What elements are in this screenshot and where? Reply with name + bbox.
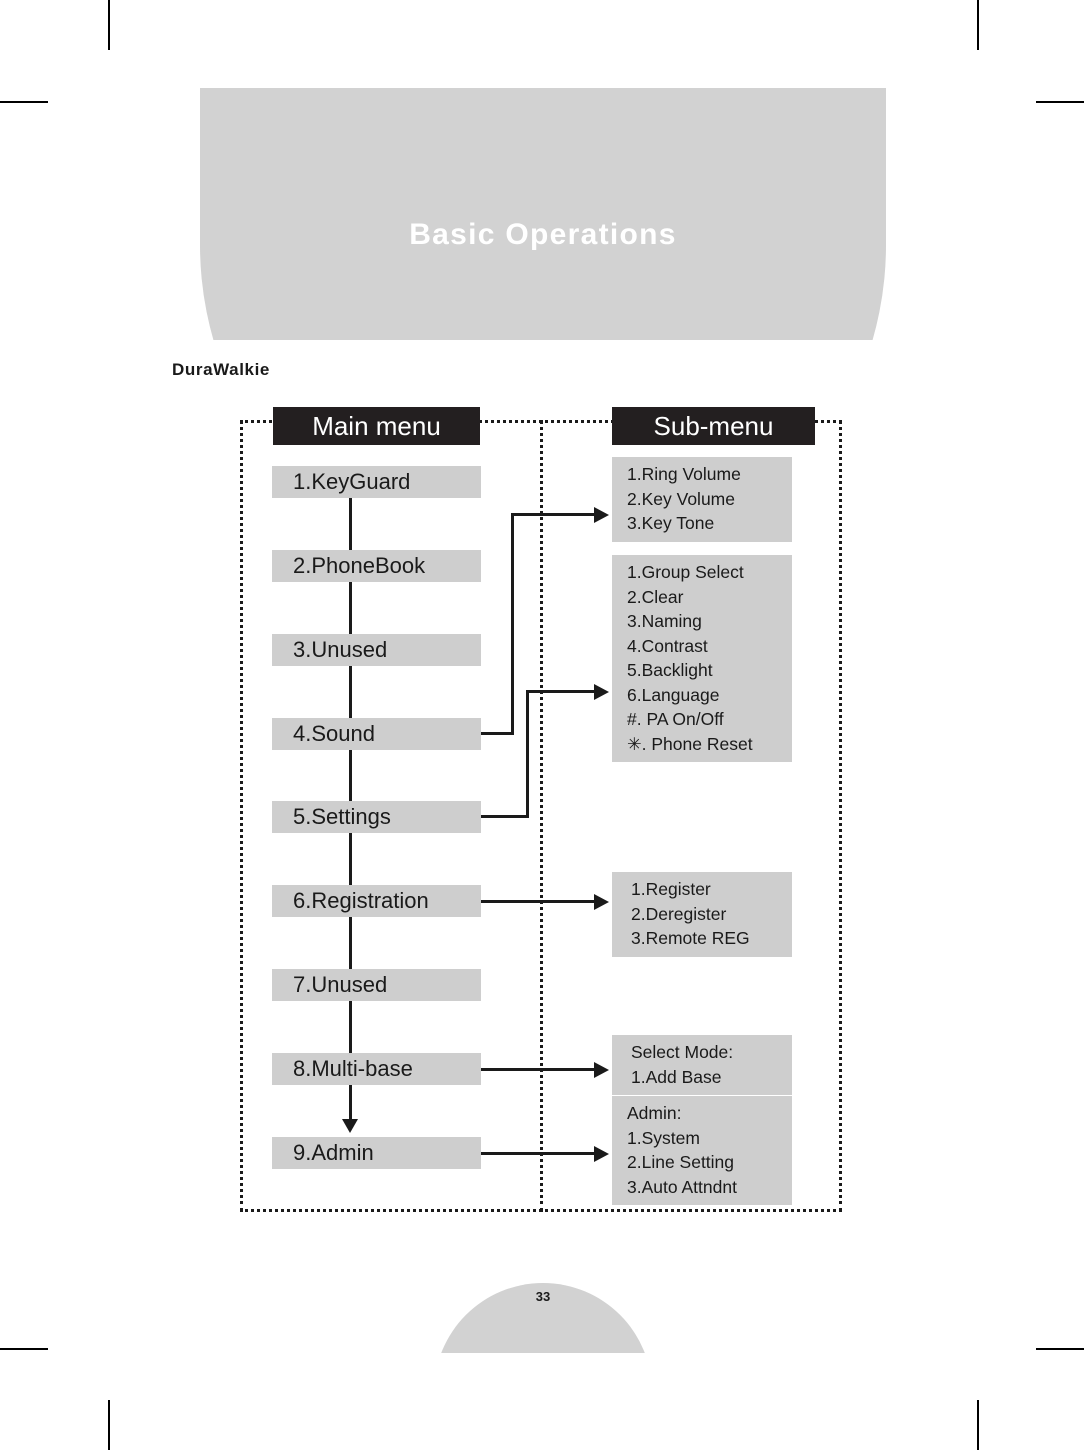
sub-menu-box-registration[interactable]: 1.Register 2.Deregister 3.Remote REG [612, 872, 792, 957]
connector-multi-base-arrowhead [594, 1062, 609, 1078]
page-canvas: Basic Operations DuraWalkie Main menu Su… [0, 0, 1084, 1450]
connector-sound-stub [481, 732, 513, 735]
crop-mark-bottom-left-horizontal [0, 1348, 48, 1350]
diagram-divider [540, 420, 543, 1212]
sub-menu-line: 3.Remote REG [631, 928, 750, 948]
crop-mark-top-left-horizontal [0, 101, 48, 103]
spine-segment-6 [349, 917, 352, 969]
crop-mark-top-right-vertical [977, 0, 979, 50]
sub-menu-line: 1.Register [631, 879, 711, 899]
crop-mark-bottom-left-vertical [108, 1400, 110, 1450]
crop-mark-bottom-right-vertical [977, 1400, 979, 1450]
connector-multi-base-line [481, 1068, 594, 1071]
sub-menu-box-settings[interactable]: 1.Group Select 2.Clear 3.Naming 4.Contra… [612, 555, 792, 762]
sub-menu-line: 3.Key Tone [627, 513, 715, 533]
connector-admin-line [481, 1152, 594, 1155]
main-menu-item-admin[interactable]: 9.Admin [272, 1137, 481, 1169]
sub-menu-line: 1.System [627, 1127, 700, 1148]
spine-segment-4 [349, 750, 352, 801]
sub-menu-line: 2.Line Setting [627, 1152, 735, 1172]
connector-settings-run [526, 690, 594, 693]
connector-sound-arrowhead [594, 507, 609, 523]
connector-settings-riser [526, 690, 529, 818]
main-menu-item-keyguard[interactable]: 1.KeyGuard [272, 466, 481, 498]
spine-segment-8 [349, 1085, 352, 1122]
sub-menu-line: 4.Contrast [627, 635, 708, 656]
sub-menu-box-admin[interactable]: Admin: 1.System 2.Line Setting 3.Auto At… [612, 1096, 792, 1205]
sub-menu-line: 2.Clear [627, 586, 684, 607]
sub-menu-line: 2.Deregister [631, 903, 727, 924]
sub-menu-line: 1.Ring Volume [627, 464, 741, 484]
main-menu-item-sound[interactable]: 4.Sound [272, 718, 481, 750]
main-menu-item-unused-7[interactable]: 7.Unused [272, 969, 481, 1001]
connector-settings-arrowhead [594, 684, 609, 700]
sub-menu-line: Select Mode: [631, 1042, 734, 1062]
main-menu-item-phonebook[interactable]: 2.PhoneBook [272, 550, 481, 582]
sub-menu-line: 5.Backlight [627, 660, 713, 680]
main-menu-item-registration[interactable]: 6.Registration [272, 885, 481, 917]
sub-menu-box-multi-base[interactable]: Select Mode: 1.Add Base [612, 1035, 792, 1095]
sub-menu-line: 1.Group Select [627, 562, 744, 582]
main-menu-item-settings[interactable]: 5.Settings [272, 801, 481, 833]
spine-segment-3 [349, 666, 352, 718]
sub-menu-line: 3.Auto Attndnt [627, 1176, 737, 1197]
main-menu-item-unused-3[interactable]: 3.Unused [272, 634, 481, 666]
connector-settings-stub [481, 815, 528, 818]
sub-menu-line: 2.Key Volume [627, 488, 735, 509]
sub-menu-line: 1.Add Base [631, 1066, 722, 1087]
spine-segment-1 [349, 498, 352, 550]
sub-menu-line: Admin: [627, 1103, 682, 1123]
page-number: 33 [535, 1289, 551, 1304]
connector-registration-arrowhead [594, 894, 609, 910]
connector-sound-run [511, 513, 594, 516]
sub-menu-line: ✳. Phone Reset [627, 733, 753, 754]
sub-menu-line: #. PA On/Off [627, 709, 724, 729]
crop-mark-top-left-vertical [108, 0, 110, 50]
connector-sound-riser [511, 513, 514, 735]
spine-segment-7 [349, 1001, 352, 1053]
sub-menu-box-sound[interactable]: 1.Ring Volume 2.Key Volume 3.Key Tone [612, 457, 792, 542]
spine-arrowhead-down [342, 1119, 358, 1133]
page-title: Basic Operations [409, 218, 677, 251]
footer-semicircle [434, 1283, 652, 1353]
sub-menu-column-header: Sub-menu [612, 407, 815, 445]
main-menu-column-header: Main menu [273, 407, 480, 445]
connector-admin-arrowhead [594, 1146, 609, 1162]
main-menu-item-multi-base[interactable]: 8.Multi-base [272, 1053, 481, 1085]
spine-segment-5 [349, 833, 352, 885]
spine-segment-2 [349, 582, 352, 634]
connector-registration-line [481, 900, 594, 903]
sub-menu-line: 6.Language [627, 684, 720, 705]
section-label: DuraWalkie [172, 360, 270, 379]
sub-menu-line: 3.Naming [627, 611, 702, 631]
crop-mark-bottom-right-horizontal [1036, 1348, 1084, 1350]
crop-mark-top-right-horizontal [1036, 101, 1084, 103]
